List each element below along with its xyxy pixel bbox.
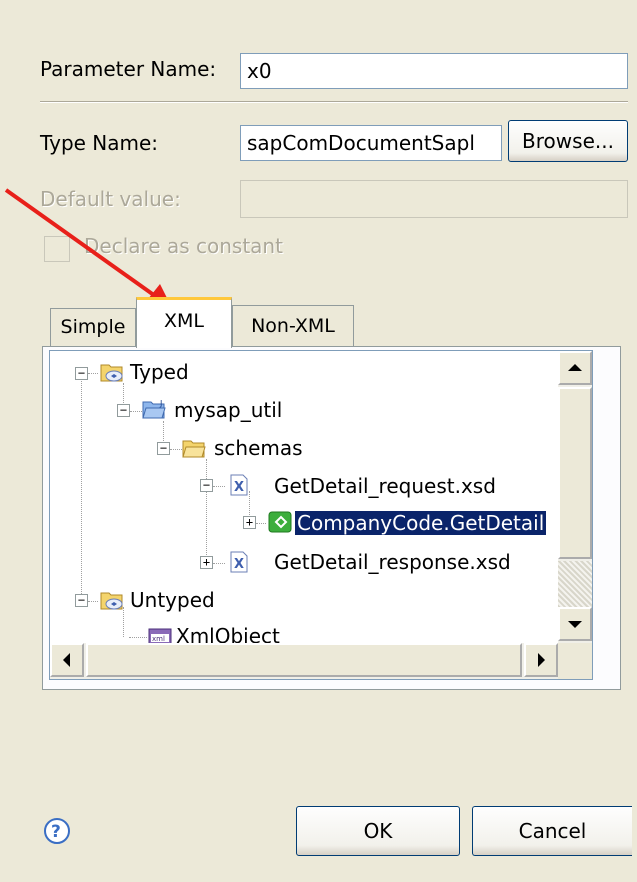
svg-text:?: ?: [51, 822, 61, 842]
collapse-icon[interactable]: −: [200, 479, 213, 492]
up-arrow-icon: [568, 364, 582, 371]
svg-text:X: X: [234, 557, 244, 572]
folder-icon: [182, 440, 206, 458]
help-icon[interactable]: ?: [42, 816, 72, 846]
down-arrow-icon: [568, 621, 582, 628]
ok-button[interactable]: OK: [296, 806, 460, 856]
svg-text:xml: xml: [152, 635, 165, 643]
tree-item-request-xsd[interactable]: GetDetail_request.xsd: [274, 469, 496, 503]
separator: [40, 101, 628, 103]
scroll-h-thumb[interactable]: [86, 643, 522, 677]
tree-line: [213, 563, 225, 564]
tree-line: [130, 411, 142, 412]
tree-line: [123, 607, 124, 637]
tab-non-xml[interactable]: Non-XML: [232, 305, 354, 347]
scroll-up-button[interactable]: [558, 351, 592, 385]
element-icon: [268, 511, 292, 533]
untyped-folder-icon: [100, 592, 123, 610]
typed-folder-icon: [100, 364, 123, 382]
parameter-name-input[interactable]: x0: [240, 53, 628, 89]
tree-line: [206, 459, 207, 563]
tree-line: [213, 486, 225, 487]
tree-line: [256, 523, 266, 524]
tree-item-response-xsd[interactable]: GetDetail_response.xsd: [274, 545, 511, 579]
xml-type-tree[interactable]: − Typed − J mysap_util − schemas − X Get…: [49, 350, 593, 680]
vertical-scrollbar[interactable]: [558, 351, 592, 643]
xsd-file-icon: X: [230, 474, 248, 496]
tab-xml[interactable]: XML: [136, 297, 232, 348]
tree-line: [88, 601, 98, 602]
expand-icon[interactable]: +: [243, 516, 256, 529]
tree-line: [170, 449, 182, 450]
tree-line: [81, 376, 82, 596]
project-folder-icon: J: [142, 399, 166, 419]
selected-tree-item-label: CompanyCode.GetDetail: [293, 510, 548, 536]
scroll-left-button[interactable]: [50, 643, 84, 677]
cancel-button[interactable]: Cancel: [472, 806, 632, 856]
collapse-icon[interactable]: −: [117, 404, 130, 417]
tree-item-companycode[interactable]: CompanyCode.GetDetail: [293, 506, 548, 540]
expand-icon[interactable]: +: [200, 556, 213, 569]
scroll-right-button[interactable]: [524, 643, 558, 677]
tree-line: [129, 637, 147, 638]
scrollbar-corner: [558, 643, 592, 679]
tree-item-untyped[interactable]: Untyped: [130, 583, 215, 617]
svg-text:J: J: [159, 399, 162, 408]
tree-item-schemas[interactable]: schemas: [214, 431, 303, 465]
tree-line: [88, 373, 98, 374]
default-value-input[interactable]: [240, 180, 628, 218]
parameter-name-label: Parameter Name:: [40, 57, 217, 81]
scroll-track[interactable]: [558, 561, 592, 607]
scroll-down-button[interactable]: [558, 607, 592, 641]
collapse-icon[interactable]: −: [157, 442, 170, 455]
right-arrow-icon: [538, 653, 545, 667]
horizontal-scrollbar[interactable]: [50, 643, 558, 679]
type-name-input[interactable]: sapComDocumentSapl: [240, 125, 502, 161]
svg-text:X: X: [234, 480, 244, 495]
collapse-icon[interactable]: −: [75, 367, 88, 380]
browse-button[interactable]: Browse...: [508, 120, 628, 162]
type-name-label: Type Name:: [40, 131, 159, 155]
tree-item-mysap-util[interactable]: mysap_util: [174, 393, 282, 427]
collapse-icon[interactable]: −: [75, 594, 88, 607]
tree-item-typed[interactable]: Typed: [130, 355, 189, 389]
xsd-file-icon: X: [230, 551, 248, 573]
scroll-thumb[interactable]: [558, 387, 592, 559]
left-arrow-icon: [63, 653, 70, 667]
